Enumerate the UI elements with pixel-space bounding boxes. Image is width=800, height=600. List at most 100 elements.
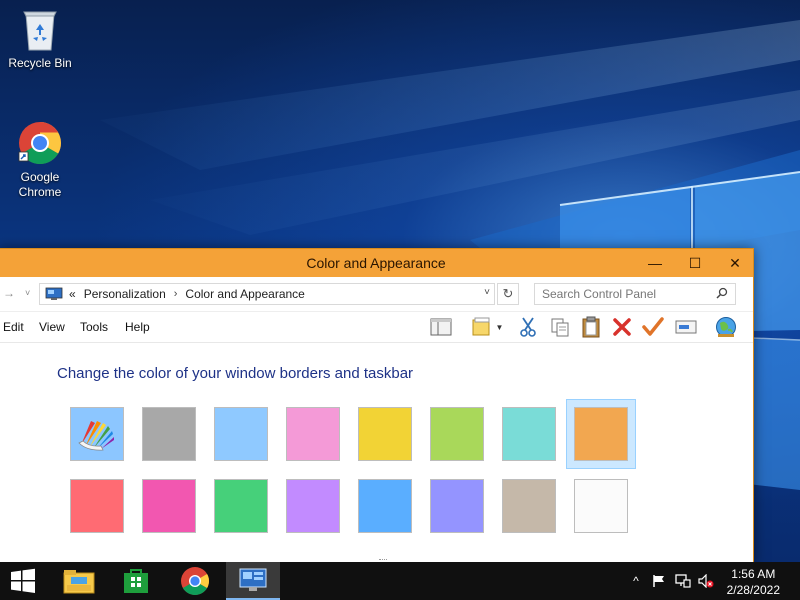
- action-center-flag-button[interactable]: [648, 562, 670, 600]
- color-swatch-violet[interactable]: [278, 471, 348, 541]
- minimize-button[interactable]: —: [635, 249, 675, 277]
- swatch-fill: [574, 407, 628, 461]
- swatch-fill: [70, 407, 124, 461]
- desktop-icon-google-chrome[interactable]: Google Chrome: [0, 120, 80, 200]
- color-swatch-gray[interactable]: [134, 399, 204, 469]
- color-swatch-custom-color-mixer[interactable]: [62, 399, 132, 469]
- address-bar[interactable]: « Personalization › Color and Appearance…: [39, 283, 495, 305]
- swatch-fill: [502, 479, 556, 533]
- page-heading: Change the color of your window borders …: [57, 365, 414, 382]
- folder-view-icon: [472, 317, 490, 336]
- address-row: → ˅ « Personalization › Color and Appear…: [0, 277, 753, 312]
- refresh-button[interactable]: ↻: [497, 283, 519, 305]
- clock-date: 2/28/2022: [726, 583, 780, 597]
- taskbar-store[interactable]: [113, 562, 159, 600]
- desktop-icon-recycle-bin[interactable]: Recycle Bin: [0, 8, 80, 71]
- network-button[interactable]: [672, 562, 694, 600]
- system-clock[interactable]: 1:56 AM 2/28/2022: [727, 566, 780, 598]
- swatch-fill: [70, 479, 124, 533]
- color-and-appearance-window: Color and Appearance — ☐ ✕ → ˅ « Persona…: [0, 248, 754, 564]
- volume-muted-icon: [698, 574, 714, 588]
- search-input[interactable]: Search Control Panel: [534, 283, 736, 305]
- color-swatch-blue[interactable]: [350, 471, 420, 541]
- color-swatch-red[interactable]: [62, 471, 132, 541]
- taskbar-control-panel[interactable]: [226, 562, 280, 600]
- layout-pane-button[interactable]: [429, 316, 453, 338]
- minimize-icon: —: [648, 255, 662, 271]
- rename-button[interactable]: [674, 316, 698, 338]
- swatch-fill: [358, 407, 412, 461]
- color-swatch-light-blue[interactable]: [206, 399, 276, 469]
- cut-button[interactable]: [516, 316, 540, 338]
- color-swatch-magenta[interactable]: [134, 471, 204, 541]
- swatch-fill: [430, 479, 484, 533]
- color-swatch-periwinkle[interactable]: [422, 471, 492, 541]
- close-icon: ✕: [729, 254, 741, 271]
- chrome-icon: [18, 121, 62, 165]
- desktop-icon-label: Google Chrome: [18, 170, 62, 199]
- network-icon: [675, 574, 691, 588]
- views-dropdown-icon: ▼: [495, 322, 504, 332]
- color-selection-panel: Change the color of your window borders …: [0, 345, 753, 563]
- color-swatch-lime-green[interactable]: [422, 399, 492, 469]
- taskbar: ^ 1:56 AM 2/28/2022: [0, 562, 800, 600]
- swatch-fill: [502, 407, 556, 461]
- checkmark-icon: [642, 317, 664, 336]
- start-button[interactable]: [0, 562, 46, 600]
- scissors-icon: [520, 317, 536, 337]
- control-panel-icon: [239, 568, 267, 591]
- title-bar[interactable]: Color and Appearance — ☐ ✕: [0, 249, 753, 277]
- show-hidden-icons-button[interactable]: ^: [627, 562, 645, 600]
- windows-start-icon: [11, 568, 35, 593]
- maximize-button[interactable]: ☐: [675, 249, 715, 277]
- address-dropdown-chevron-icon[interactable]: ˅: [484, 287, 490, 298]
- swatch-fill: [574, 479, 628, 533]
- forward-arrow-icon[interactable]: →: [3, 286, 15, 300]
- swatch-fill: [286, 407, 340, 461]
- breadcrumb-personalization[interactable]: Personalization: [84, 287, 166, 301]
- taskbar-file-explorer[interactable]: [56, 562, 102, 600]
- color-swatch-white[interactable]: [566, 471, 636, 541]
- swatch-fill: [358, 479, 412, 533]
- desktop-icon-label: Recycle Bin: [8, 56, 72, 70]
- color-swatch-pink[interactable]: [278, 399, 348, 469]
- menu-edit[interactable]: Edit: [3, 320, 24, 334]
- menu-view[interactable]: View: [39, 320, 65, 334]
- swatch-fill: [142, 407, 196, 461]
- menu-help[interactable]: Help: [125, 320, 150, 334]
- color-swatch-taupe[interactable]: [494, 471, 564, 541]
- address-prefix: «: [69, 287, 76, 301]
- swatch-fill: [286, 479, 340, 533]
- control-panel-icon: [45, 287, 63, 300]
- internet-options-button[interactable]: [714, 316, 738, 338]
- menu-tools[interactable]: Tools: [80, 320, 108, 334]
- chevron-up-icon: ^: [633, 574, 639, 588]
- taskbar-chrome[interactable]: [172, 562, 218, 600]
- color-swatch-green[interactable]: [206, 471, 276, 541]
- breadcrumb-color-and-appearance[interactable]: Color and Appearance: [185, 287, 304, 301]
- volume-button[interactable]: [696, 562, 716, 600]
- preview-pane-icon: [430, 318, 452, 336]
- delete-x-icon: [613, 318, 631, 336]
- close-button[interactable]: ✕: [715, 249, 755, 277]
- color-swatch-yellow[interactable]: [350, 399, 420, 469]
- rename-icon: [675, 320, 697, 334]
- color-swatch-orange[interactable]: [566, 399, 636, 469]
- recent-locations-chevron-icon[interactable]: ˅: [25, 288, 30, 298]
- properties-button[interactable]: [641, 316, 665, 338]
- breadcrumb-separator: ›: [173, 288, 178, 300]
- flag-icon: [653, 575, 664, 587]
- copy-icon: [551, 318, 569, 337]
- menu-bar: Edit View Tools Help ▼: [0, 312, 753, 343]
- clock-time: 1:56 AM: [731, 567, 776, 581]
- copy-button[interactable]: [548, 316, 572, 338]
- views-button[interactable]: ▼: [467, 316, 507, 338]
- delete-button[interactable]: [610, 316, 634, 338]
- paste-button[interactable]: [579, 316, 603, 338]
- color-swatch-teal[interactable]: [494, 399, 564, 469]
- color-mixer-icon: [78, 421, 114, 451]
- file-explorer-icon: [63, 570, 95, 594]
- search-placeholder: Search Control Panel: [542, 287, 657, 301]
- chrome-icon: [181, 567, 209, 595]
- store-icon: [124, 569, 148, 593]
